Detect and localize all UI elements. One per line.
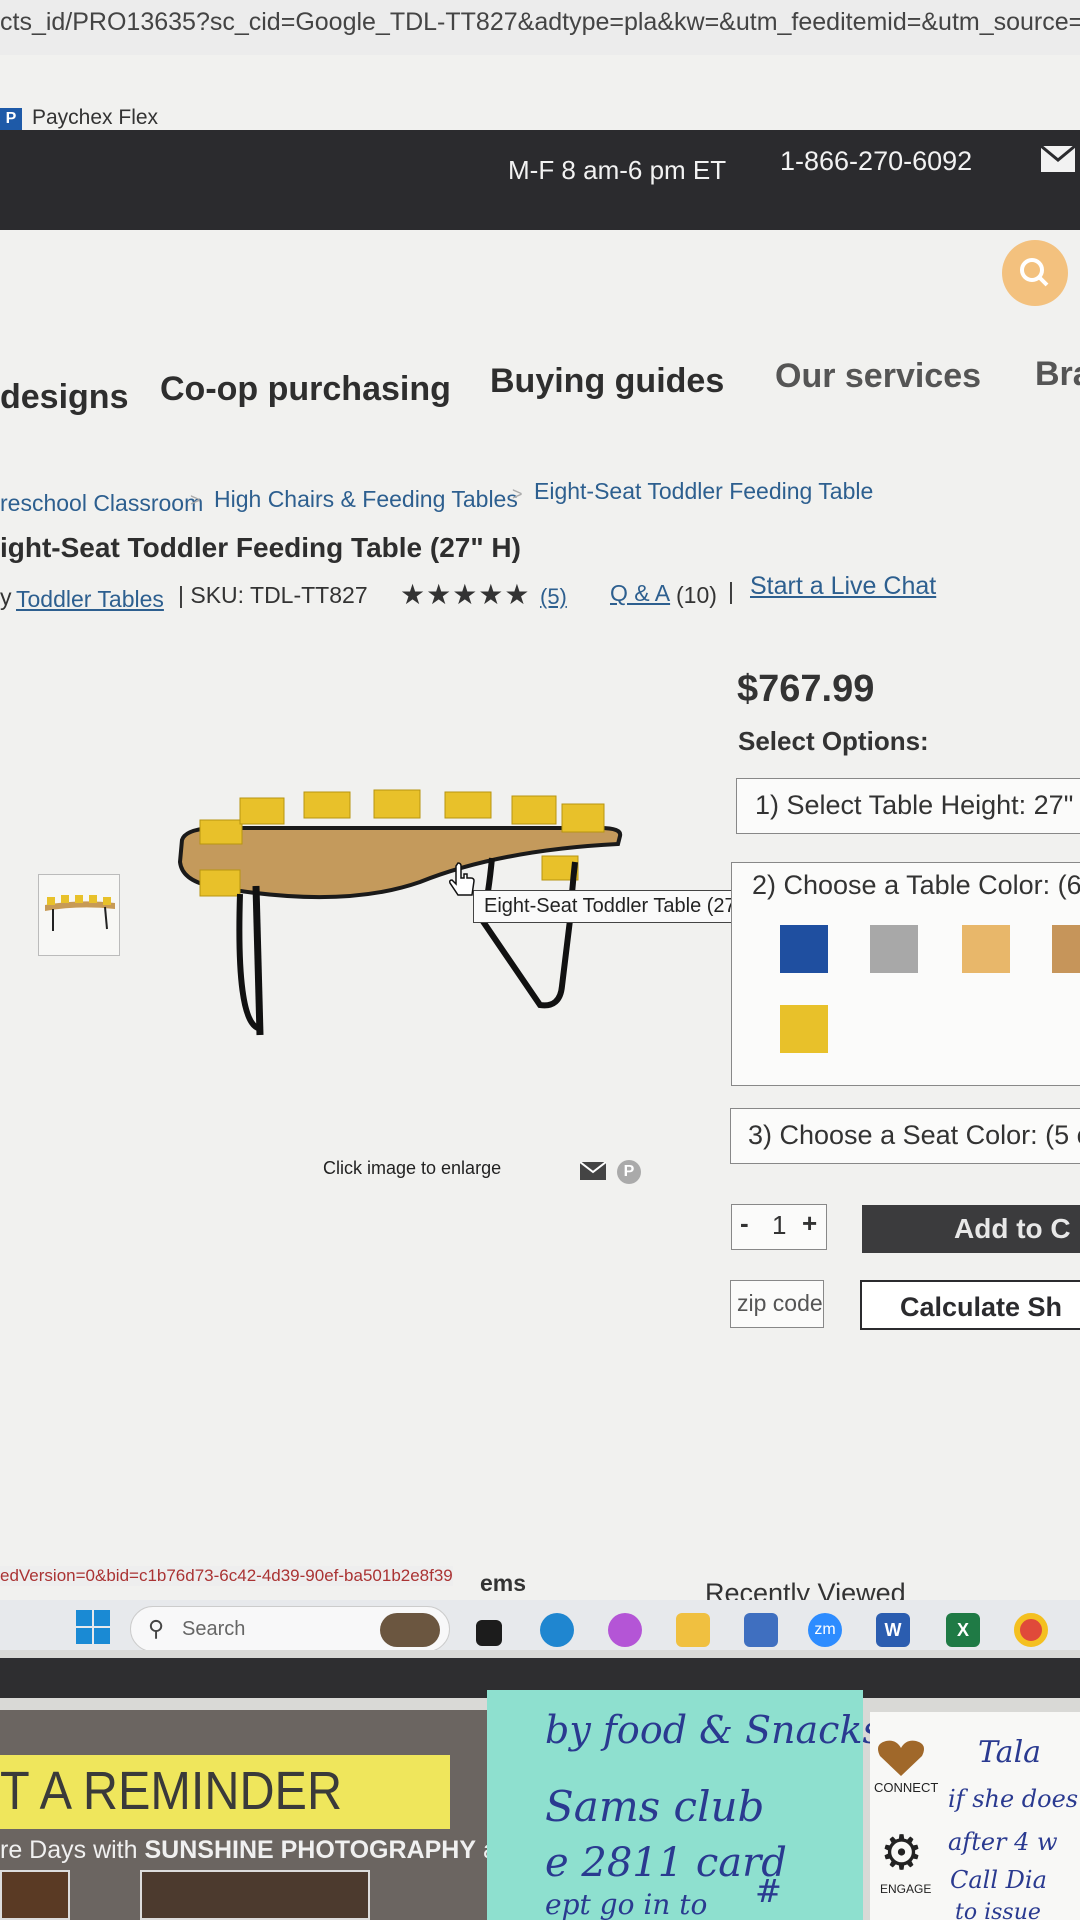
copilot-icon[interactable]	[608, 1613, 642, 1647]
paychex-icon: P	[0, 108, 22, 130]
note-hash: #	[755, 1872, 782, 1910]
qa-link[interactable]: Q & A	[610, 580, 670, 607]
chevron-right-icon: >	[512, 484, 523, 504]
url-text[interactable]: cts_id/PRO13635?sc_cid=Google_TDL-TT827&…	[0, 8, 1080, 37]
business-hours: M-F 8 am-6 pm ET	[508, 155, 727, 185]
rating-stars: ★★★★★	[400, 579, 531, 610]
quantity-input[interactable]: 1	[772, 1210, 786, 1241]
reminder-subtitle-prefix: re Days with	[0, 1836, 145, 1864]
color-swatch-gray[interactable]	[870, 925, 918, 973]
zoom-icon[interactable]: zm	[808, 1613, 842, 1647]
pinterest-icon[interactable]: P	[617, 1160, 641, 1184]
reminder-subtitle: re Days with SUNSHINE PHOTOGRAPHY are:	[0, 1836, 526, 1865]
brand-prefix: y	[0, 584, 12, 610]
note-line: Call Dia	[950, 1866, 1047, 1894]
page-title: ight-Seat Toddler Feeding Table (27" H)	[0, 532, 521, 563]
search-button[interactable]	[1002, 240, 1068, 306]
table-color-label: 2) Choose a Table Color: (6	[752, 870, 1080, 900]
product-price: $767.99	[737, 668, 875, 710]
file-explorer-icon[interactable]	[676, 1613, 710, 1647]
color-swatch-wood[interactable]	[1052, 925, 1080, 973]
note-line: to issue	[955, 1900, 1041, 1920]
edge-icon[interactable]	[540, 1613, 574, 1647]
chevron-right-icon: >	[190, 490, 201, 510]
related-items-heading: ems	[480, 1570, 527, 1596]
quantity-increase-button[interactable]: +	[802, 1208, 817, 1239]
seat-color-label: 3) Choose a Seat Color: (5 c	[748, 1120, 1080, 1150]
nav-our-services[interactable]: Our services	[775, 357, 981, 396]
search-icon	[1020, 258, 1049, 287]
note-line: after 4 w	[948, 1828, 1058, 1856]
color-swatch-yellow[interactable]	[780, 1005, 828, 1053]
gear-icon: ⚙	[880, 1827, 924, 1880]
monitor-screen: cts_id/PRO13635?sc_cid=Google_TDL-TT827&…	[0, 0, 1080, 1650]
note-line: Sams club	[545, 1782, 765, 1831]
color-swatch-blue[interactable]	[780, 925, 828, 973]
nav-buying-guides[interactable]: Buying guides	[490, 362, 724, 401]
task-view-icon[interactable]	[476, 1620, 502, 1646]
search-highlight-icon[interactable]	[380, 1613, 440, 1647]
calculate-shipping-button[interactable]: Calculate Sh	[860, 1280, 1080, 1330]
search-icon: ⚲	[148, 1616, 165, 1641]
add-to-cart-button[interactable]: Add to C	[862, 1205, 1080, 1253]
reminder-photo	[140, 1870, 370, 1920]
zip-code-input[interactable]: zip code	[730, 1280, 824, 1328]
select-options-heading: Select Options:	[738, 726, 929, 756]
store-icon[interactable]	[744, 1613, 778, 1647]
quantity-decrease-button[interactable]: -	[740, 1208, 749, 1239]
table-height-label: 1) Select Table Height: 27"	[755, 790, 1074, 820]
note-line: e 2811 card	[545, 1840, 787, 1886]
note-line: by food & Snacks	[545, 1708, 882, 1752]
product-thumbnail[interactable]	[38, 874, 120, 956]
excel-icon[interactable]: X	[946, 1613, 980, 1647]
windows-start-icon[interactable]	[76, 1610, 110, 1644]
reminder-title: T A REMINDER	[0, 1761, 343, 1821]
divider: |	[728, 578, 734, 604]
live-chat-link[interactable]: Start a Live Chat	[750, 572, 936, 601]
click-to-enlarge[interactable]: Click image to enlarge	[323, 1158, 501, 1179]
color-swatch-tan[interactable]	[962, 925, 1010, 973]
note-line: Tala	[978, 1735, 1042, 1770]
word-icon[interactable]: W	[876, 1613, 910, 1647]
reminder-subtitle-brand: SUNSHINE PHOTOGRAPHY	[144, 1836, 477, 1864]
reminder-photo	[0, 1870, 70, 1920]
note-line: ept go in to	[545, 1888, 708, 1920]
qa-count: (10)	[676, 582, 717, 608]
status-bar-url: edVersion=0&bid=c1b76d73-6c42-4d39-90ef-…	[0, 1566, 453, 1586]
breadcrumb-high-chairs[interactable]: High Chairs & Feeding Tables	[214, 486, 518, 513]
heart-icon	[878, 1740, 924, 1776]
breadcrumb-current[interactable]: Eight-Seat Toddler Feeding Table	[534, 478, 873, 505]
mail-icon[interactable]	[1040, 145, 1076, 173]
taskbar-search-placeholder: Search	[182, 1618, 246, 1640]
note-line: if she does	[948, 1785, 1079, 1813]
chrome-icon[interactable]	[1014, 1613, 1048, 1647]
engage-label: ENGAGE	[880, 1882, 932, 1896]
sku: | SKU: TDL-TT827	[178, 582, 368, 608]
nav-brands[interactable]: Bra	[1035, 355, 1080, 394]
brand-link[interactable]: Toddler Tables	[16, 586, 164, 613]
bookmark-paychex-flex[interactable]: Paychex Flex	[32, 106, 158, 130]
connect-label: CONNECT	[874, 1780, 939, 1795]
phone-number[interactable]: 1-866-270-6092	[780, 146, 972, 177]
breadcrumb-preschool-classroom[interactable]: reschool Classroom	[0, 490, 203, 517]
share-email-icon[interactable]	[580, 1162, 606, 1180]
reviews-link[interactable]: (5)	[540, 584, 567, 610]
nav-coop-purchasing[interactable]: Co-op purchasing	[160, 370, 451, 409]
hand-cursor-icon	[449, 862, 475, 896]
nav-designs[interactable]: designs	[0, 378, 128, 417]
